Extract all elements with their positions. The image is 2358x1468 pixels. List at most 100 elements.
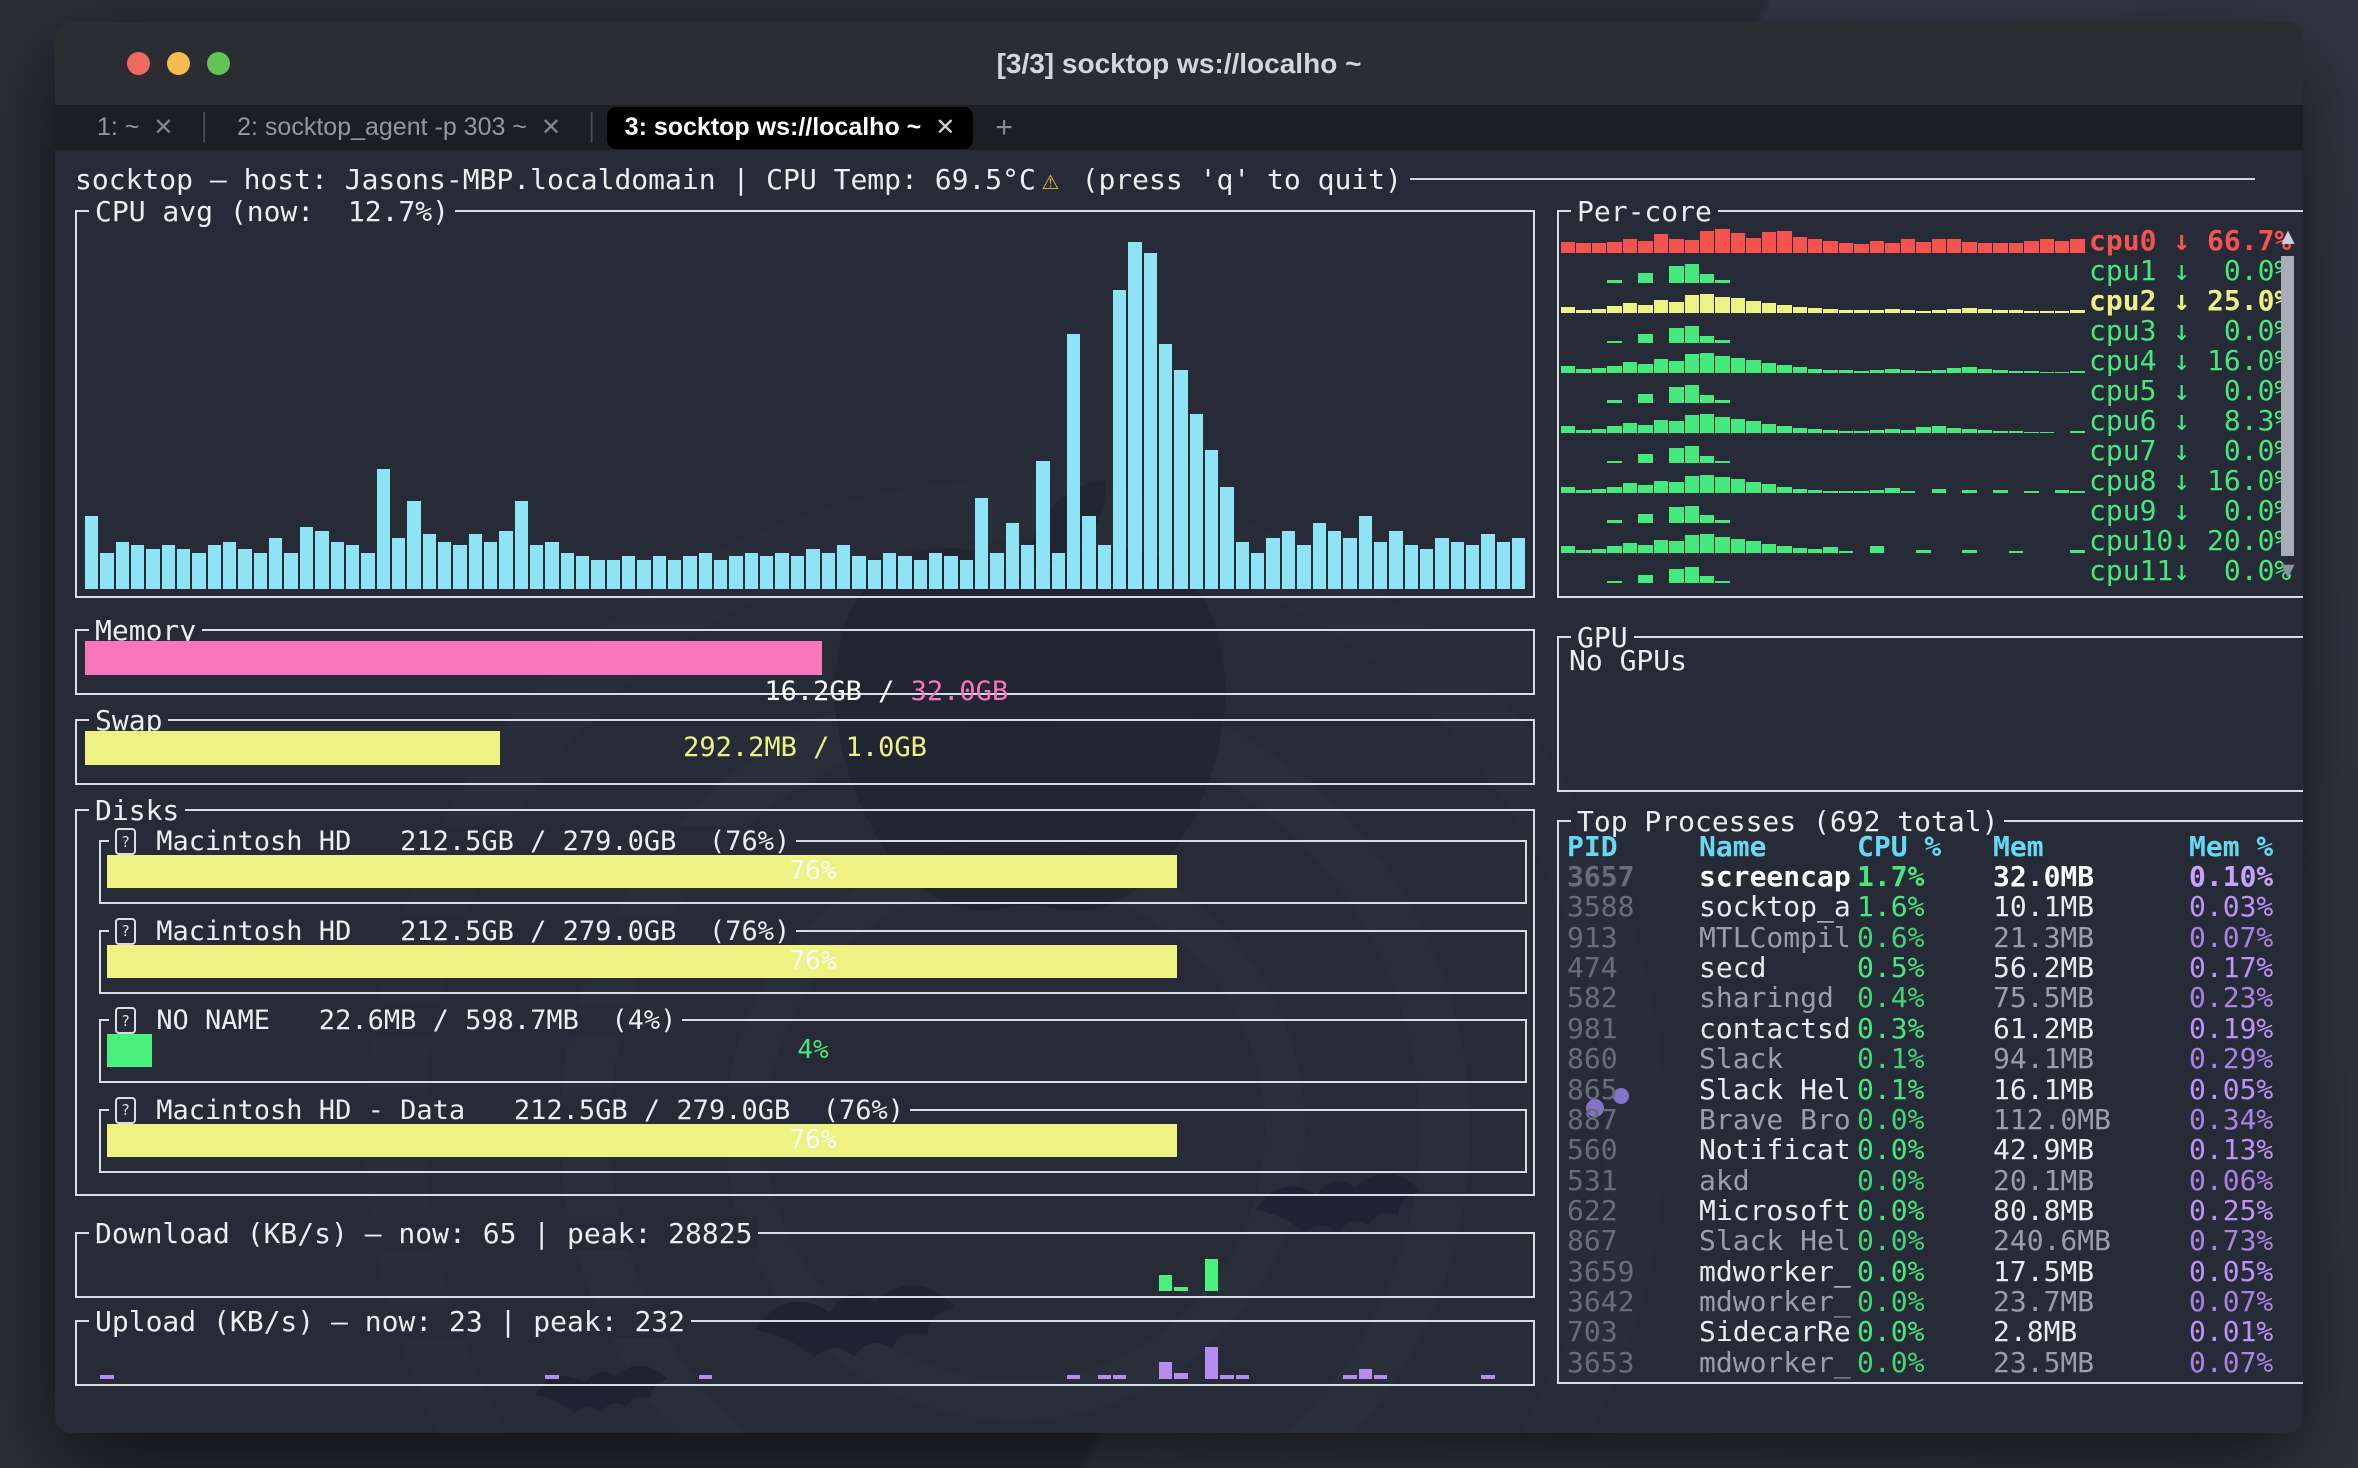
spark-bar <box>1592 243 1606 254</box>
spark-bar <box>1638 394 1652 404</box>
process-name: MTLCompil <box>1699 923 1857 953</box>
core-label: cpu6 ↓ 8.3% <box>2089 406 2291 436</box>
chart-bar <box>1435 538 1448 589</box>
process-name: socktop_a <box>1699 892 1857 922</box>
spark-bar <box>1592 309 1606 314</box>
chart-bar <box>1174 1287 1187 1291</box>
spark-bar <box>1561 366 1575 374</box>
spark-bar <box>1607 520 1621 523</box>
spark-bar <box>1561 426 1575 433</box>
spark-bar <box>2070 371 2084 374</box>
chart-bar <box>837 545 850 589</box>
process-pid: 865 <box>1567 1075 1699 1105</box>
spark-bar <box>1623 543 1637 554</box>
disk-usage-label: 4% <box>107 1034 1519 1067</box>
chart-bar <box>960 560 973 589</box>
process-cpu: 1.7% <box>1857 862 1993 892</box>
process-row: 3588socktop_a1.6%10.1MB0.03% <box>1559 892 2303 922</box>
spark-bar <box>1808 308 1822 313</box>
tab-3[interactable]: 3: socktop ws://localho ~✕ <box>607 107 974 149</box>
spark-bar <box>1623 239 1637 253</box>
spark-bar <box>1916 242 1930 253</box>
process-cpu: 0.5% <box>1857 953 1993 983</box>
spark-bar <box>2009 371 2023 374</box>
cpu-avg-chart <box>85 224 1525 589</box>
spark-bar <box>1607 581 1621 584</box>
chart-bar <box>653 556 666 589</box>
process-row: 913MTLCompil0.6%21.3MB0.07% <box>1559 923 2303 953</box>
spark-bar <box>1700 456 1714 464</box>
spark-bar <box>1962 242 1976 253</box>
spark-bar <box>1870 430 1884 434</box>
spark-bar <box>1932 426 1946 434</box>
spark-bar <box>2009 551 2023 553</box>
chart-bar <box>1067 1375 1080 1379</box>
core-label: cpu4 ↓ 16.0% <box>2089 346 2291 376</box>
spark-bar <box>1715 477 1729 493</box>
chart-bar <box>407 501 420 589</box>
new-tab-button[interactable]: + <box>995 111 1013 145</box>
process-table-header: PIDNameCPU %MemMem % <box>1559 832 2303 862</box>
process-mem_pct: 0.03% <box>2189 892 2303 922</box>
chart-bar <box>1113 290 1126 589</box>
process-mem_pct: 0.01% <box>2189 1317 2303 1347</box>
spark-bar <box>1932 489 1946 494</box>
temp-warning-icon: ⚠ <box>1042 163 1059 196</box>
spark-bar <box>1793 367 1807 373</box>
chart-bar <box>1389 531 1402 589</box>
chart-bar <box>1205 450 1218 589</box>
spark-bar <box>1638 454 1652 463</box>
tab-1[interactable]: 1: ~ ✕ <box>79 107 192 149</box>
chart-bar <box>1205 1347 1218 1379</box>
process-pid: 3588 <box>1567 892 1699 922</box>
scroll-down-icon[interactable]: ▼ <box>2276 560 2300 582</box>
process-pid: 560 <box>1567 1135 1699 1165</box>
chart-bar <box>1174 370 1187 589</box>
column-header: Mem % <box>2189 832 2303 862</box>
spark-bar <box>1870 490 1884 494</box>
chart-bar <box>1497 542 1510 589</box>
chart-bar <box>1343 1375 1356 1379</box>
spark-bar <box>1638 545 1652 554</box>
spark-bar <box>1793 307 1807 313</box>
spark-bar <box>1731 539 1745 554</box>
tab-2[interactable]: 2: socktop_agent -p 303 ~✕ <box>219 107 579 149</box>
process-cpu: 1.6% <box>1857 892 1993 922</box>
per-core-scrollbar[interactable]: ▲ ▼ <box>2276 226 2300 582</box>
tab-close-icon[interactable]: ✕ <box>541 113 561 142</box>
process-cpu: 0.3% <box>1857 1014 1993 1044</box>
process-mem_pct: 0.17% <box>2189 953 2303 983</box>
spark-bar <box>1885 243 1899 253</box>
scroll-up-icon[interactable]: ▲ <box>2276 226 2300 248</box>
core-label: cpu0 ↓ 66.7% <box>2089 226 2291 256</box>
spark-bar <box>1685 295 1699 313</box>
spark-bar <box>1654 481 1668 494</box>
chart-bar <box>1098 1375 1111 1379</box>
process-name: Slack Hel <box>1699 1075 1857 1105</box>
tab-close-icon[interactable]: ✕ <box>153 113 173 142</box>
process-row: 3642mdworker_0.0%23.7MB0.07% <box>1559 1287 2303 1317</box>
tab-label: 1: ~ <box>97 113 139 142</box>
spark-bar <box>1932 239 1946 253</box>
spark-bar <box>1777 426 1791 433</box>
spark-bar <box>1607 487 1621 494</box>
chart-bar <box>453 545 466 589</box>
chart-bar <box>775 553 788 590</box>
chart-bar <box>1128 242 1141 589</box>
disk-usage-label: 76% <box>107 1124 1519 1157</box>
process-row: 474secd0.5%56.2MB0.17% <box>1559 953 2303 983</box>
spark-bar <box>1607 366 1621 374</box>
scrollbar-thumb[interactable] <box>2281 256 2294 556</box>
disk-icon: ? <box>115 1097 136 1124</box>
process-name: sharingd <box>1699 983 1857 1013</box>
spark-bar <box>1654 300 1668 313</box>
process-pid: 867 <box>1567 1226 1699 1256</box>
process-mem: 17.5MB <box>1993 1257 2189 1287</box>
terminal-window: [3/3] socktop ws://localho ~ 1: ~✕│2: so… <box>55 22 2303 1433</box>
spark-bar <box>1685 506 1699 524</box>
chart-bar <box>1113 1375 1126 1379</box>
window-titlebar[interactable]: [3/3] socktop ws://localho ~ <box>55 22 2303 105</box>
spark-bar <box>1715 356 1729 374</box>
chart-bar <box>1466 545 1479 589</box>
tab-close-icon[interactable]: ✕ <box>935 113 955 142</box>
